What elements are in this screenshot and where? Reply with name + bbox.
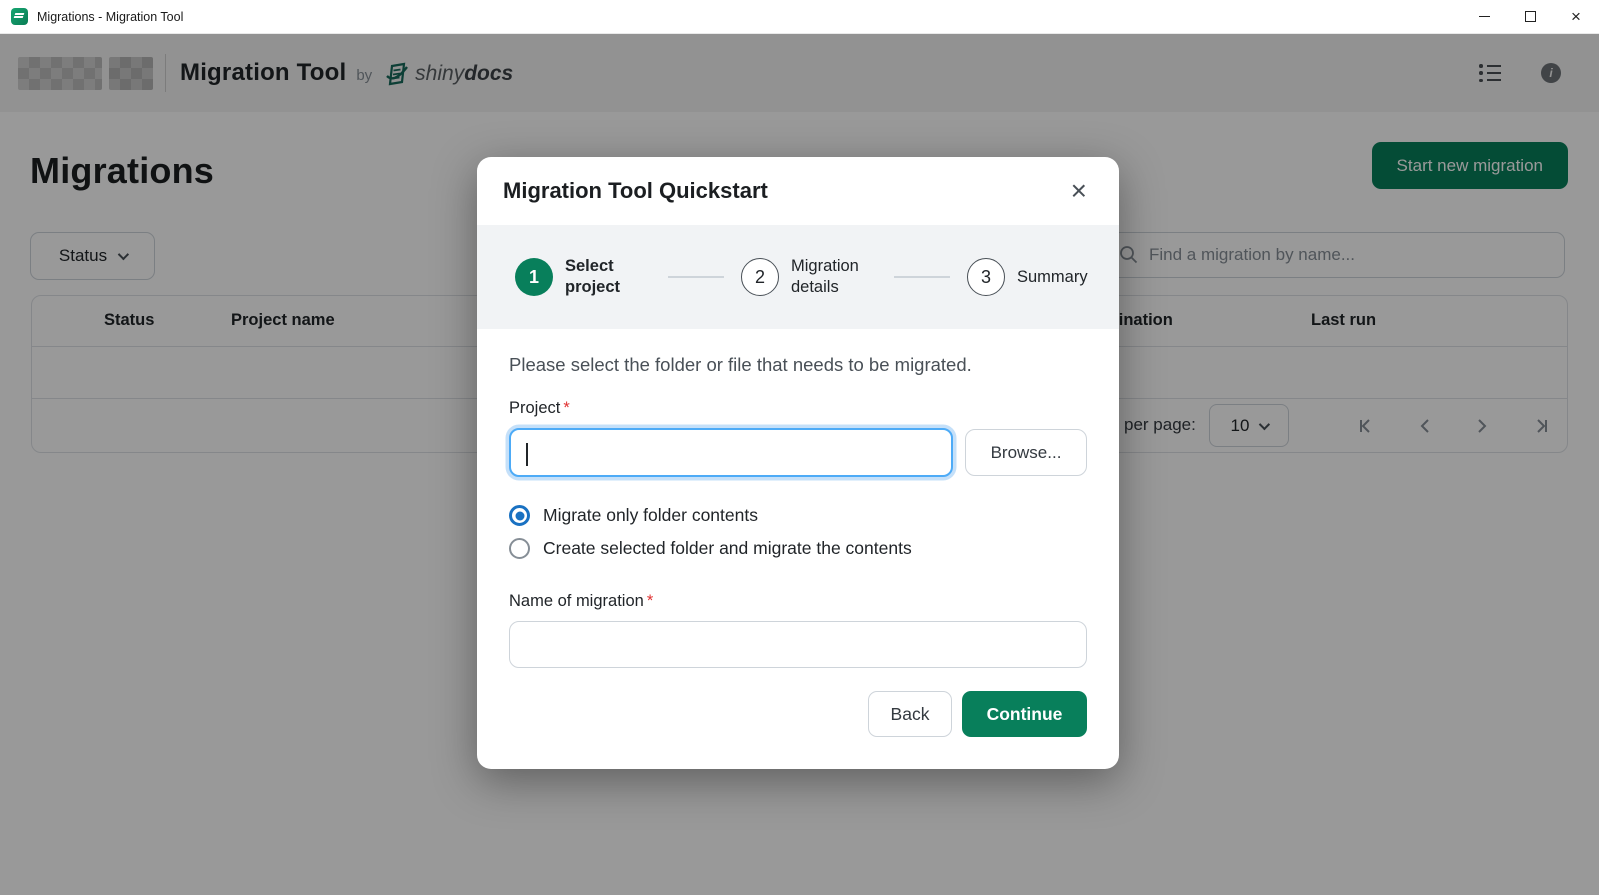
continue-button[interactable]: Continue bbox=[962, 691, 1087, 737]
step-2-label: Migration details bbox=[791, 256, 877, 297]
name-field-label: Name of migration* bbox=[509, 592, 1087, 611]
minimize-icon bbox=[1479, 16, 1490, 17]
minimize-button[interactable] bbox=[1461, 0, 1507, 34]
radio-selected-icon[interactable] bbox=[509, 505, 530, 526]
step-connector bbox=[668, 276, 724, 278]
step-select-project: 1 Select project bbox=[515, 256, 651, 297]
modal-description: Please select the folder or file that ne… bbox=[509, 354, 1087, 376]
migration-mode-radios: Migrate only folder contents Create sele… bbox=[509, 505, 1087, 559]
back-button[interactable]: Back bbox=[868, 691, 952, 737]
close-window-button[interactable]: × bbox=[1553, 0, 1599, 34]
modal-header: Migration Tool Quickstart × bbox=[477, 157, 1119, 225]
close-modal-icon[interactable]: × bbox=[1065, 175, 1093, 207]
step-3-label: Summary bbox=[1017, 267, 1088, 288]
step-3-circle: 3 bbox=[967, 258, 1005, 296]
os-titlebar: Migrations - Migration Tool × bbox=[0, 0, 1599, 34]
step-connector bbox=[894, 276, 950, 278]
step-migration-details: 2 Migration details bbox=[741, 256, 877, 297]
app-icon bbox=[11, 8, 28, 25]
window-controls: × bbox=[1461, 0, 1599, 34]
required-asterisk: * bbox=[647, 592, 653, 610]
close-window-icon: × bbox=[1571, 8, 1581, 25]
window-title: Migrations - Migration Tool bbox=[37, 10, 183, 24]
wizard-stepper: 1 Select project 2 Migration details 3 S… bbox=[477, 225, 1119, 329]
maximize-icon bbox=[1525, 11, 1536, 22]
step-1-label: Select project bbox=[565, 256, 651, 297]
radio-label: Create selected folder and migrate the c… bbox=[543, 538, 912, 559]
browse-button[interactable]: Browse... bbox=[965, 429, 1087, 476]
step-1-circle: 1 bbox=[515, 258, 553, 296]
name-label-text: Name of migration bbox=[509, 592, 644, 610]
maximize-button[interactable] bbox=[1507, 0, 1553, 34]
project-input[interactable] bbox=[509, 428, 953, 477]
project-label-text: Project bbox=[509, 399, 560, 417]
radio-unselected-icon[interactable] bbox=[509, 538, 530, 559]
step-2-circle: 2 bbox=[741, 258, 779, 296]
quickstart-modal: Migration Tool Quickstart × 1 Select pro… bbox=[477, 157, 1119, 769]
text-caret bbox=[526, 443, 528, 466]
project-field-label: Project* bbox=[509, 399, 1087, 418]
required-asterisk: * bbox=[563, 399, 569, 417]
radio-migrate-only-contents[interactable]: Migrate only folder contents bbox=[509, 505, 1087, 526]
radio-label: Migrate only folder contents bbox=[543, 505, 758, 526]
modal-title: Migration Tool Quickstart bbox=[503, 178, 768, 204]
step-summary: 3 Summary bbox=[967, 258, 1088, 296]
migration-name-input[interactable] bbox=[509, 621, 1087, 668]
radio-create-folder-and-migrate[interactable]: Create selected folder and migrate the c… bbox=[509, 538, 1087, 559]
